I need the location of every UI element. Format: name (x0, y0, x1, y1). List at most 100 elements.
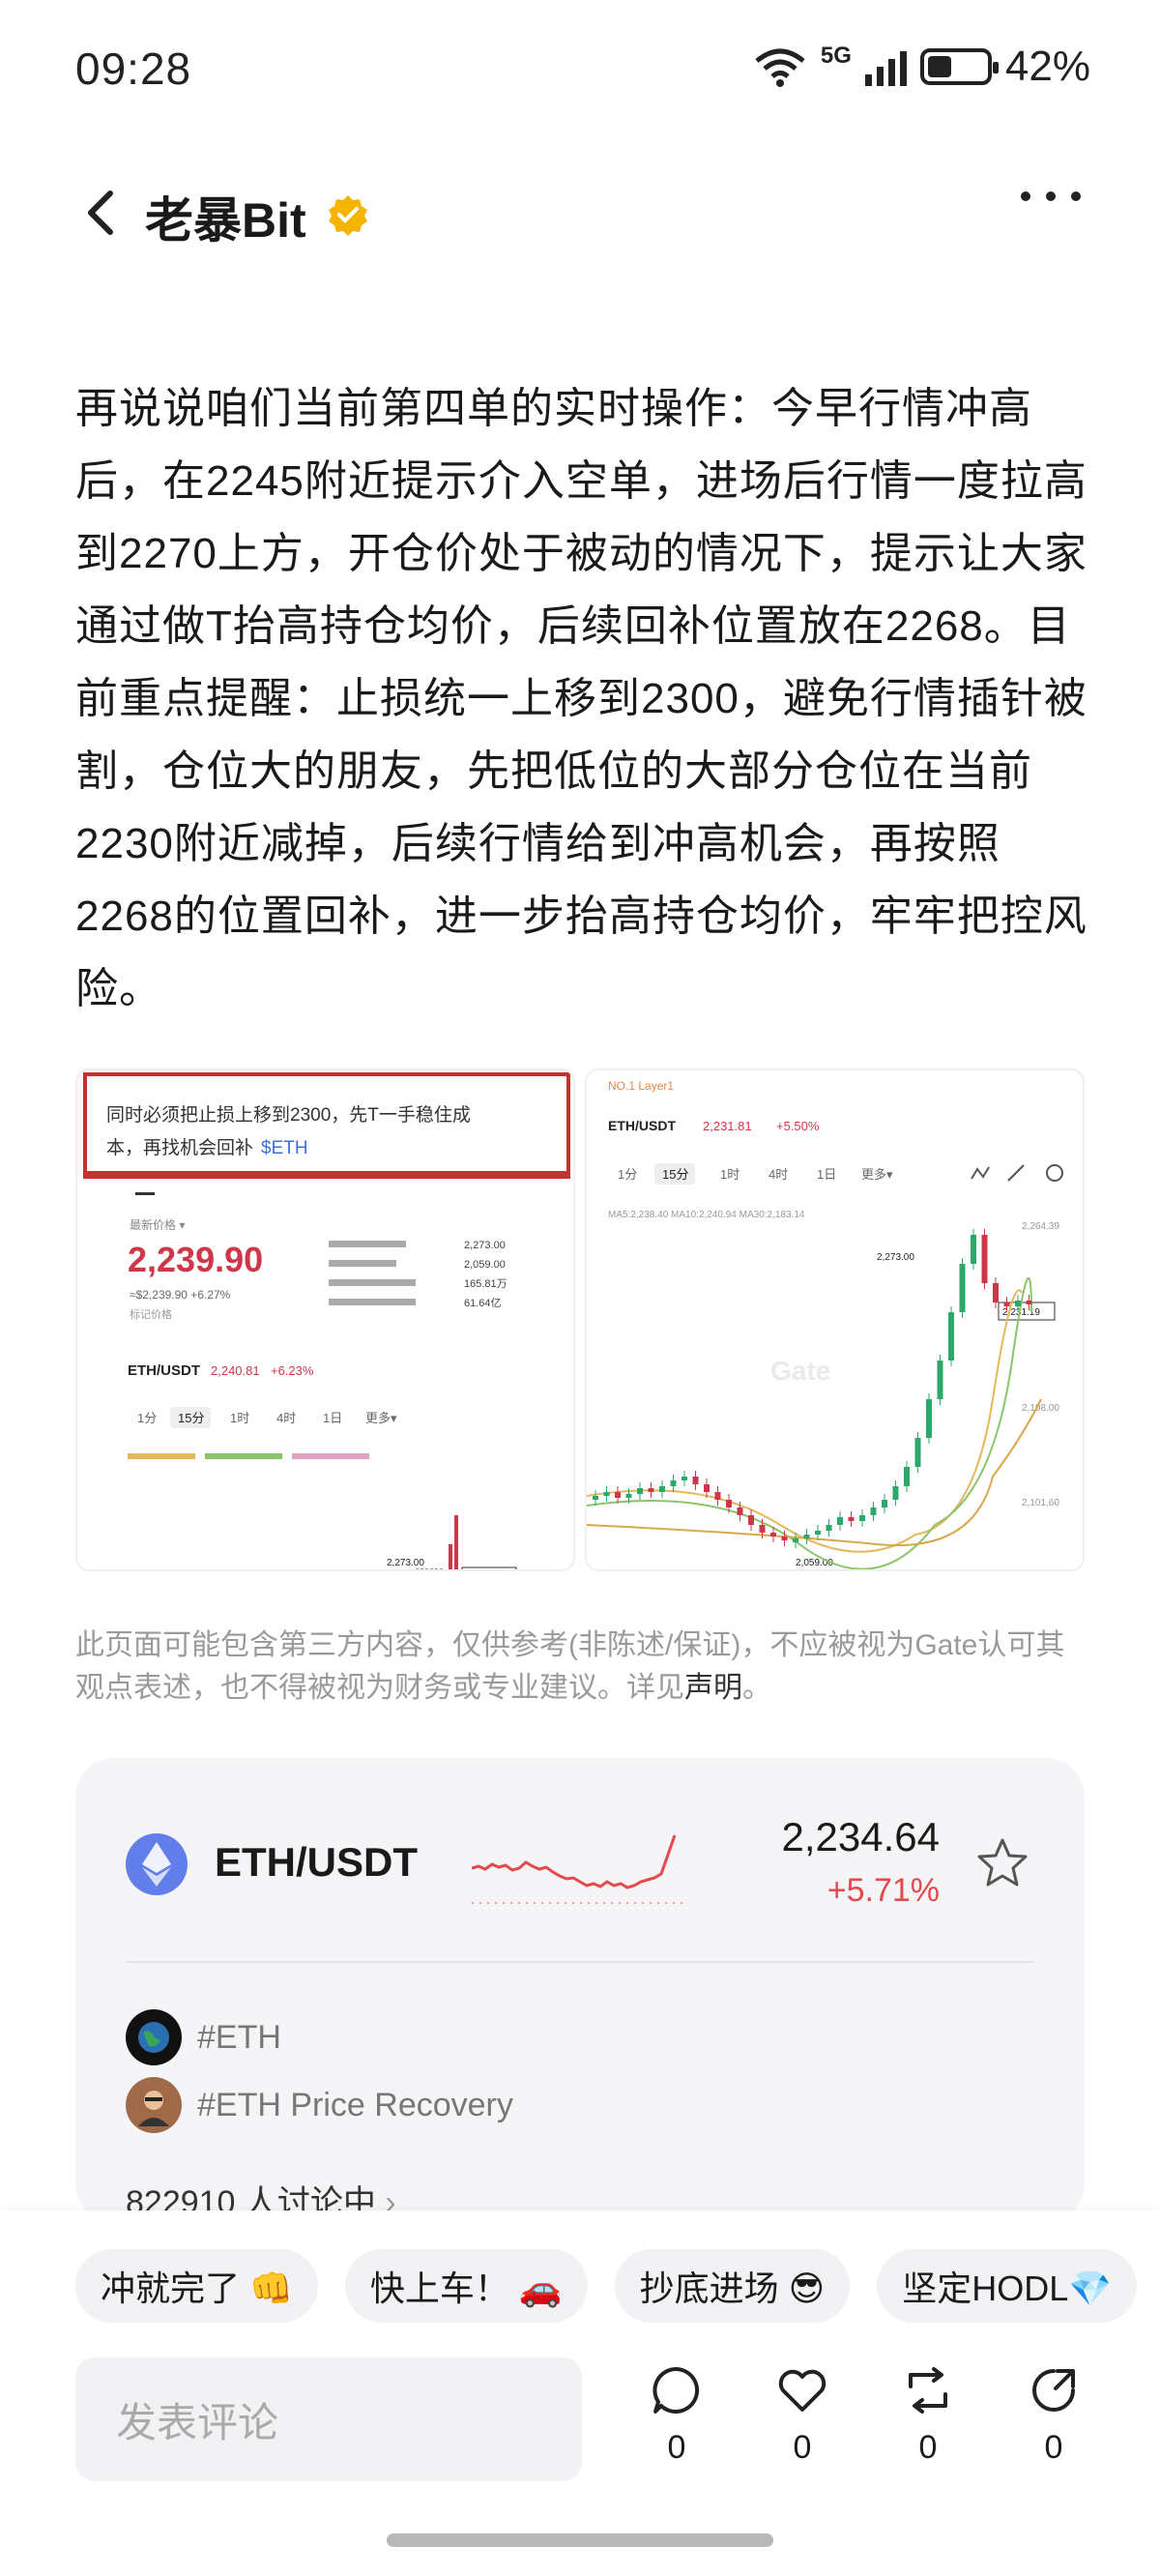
candle-body (682, 1477, 687, 1480)
disclaimer-link[interactable]: 声明 (684, 1672, 742, 1704)
quick-reply-chip[interactable]: 抄底进场 😎 (614, 2249, 851, 2323)
candle-body (848, 1517, 855, 1521)
home-indicator[interactable] (387, 2533, 773, 2547)
svg-text:最新价格 ▾: 最新价格 ▾ (130, 1217, 185, 1232)
candle-body (793, 1538, 798, 1542)
image1-interval-5: 1日 (323, 1411, 342, 1425)
candle-body (1026, 1301, 1032, 1304)
candle-body (837, 1517, 843, 1525)
globe-avatar-icon (126, 2009, 182, 2065)
post-image-1[interactable]: 同时必须把止损上移到2300，先T一手稳住成 本，再找机会回补 $ETH 最新价… (75, 1068, 575, 1571)
more-options-icon[interactable] (1021, 191, 1081, 201)
post-images: 同时必须把止损上移到2300，先T一手稳住成 本，再找机会回补 $ETH 最新价… (75, 1068, 1085, 1571)
image2-breadcrumb: NO.1 Layer1 (608, 1079, 674, 1093)
share-count: 0 (1044, 2429, 1063, 2466)
quick-reply-chip[interactable]: 快上车！ 🚗 (344, 2249, 588, 2323)
price-sparkline (472, 1834, 684, 1904)
image1-price: 2,239.90 (128, 1240, 263, 1279)
candle-body (726, 1500, 732, 1508)
image1-stat-4: 61.64亿 (464, 1297, 502, 1309)
post-image-2[interactable]: NO.1 Layer1 ETH/USDT 2,231.81 +5.50% 1分 … (585, 1068, 1085, 1571)
image1-change: ≈$2,239.90 +6.27% (130, 1288, 231, 1302)
like-count: 0 (793, 2429, 812, 2466)
share-icon (1032, 2369, 1075, 2412)
image2-interval-4: 4时 (768, 1167, 788, 1182)
image2-peak: 2,273.00 (877, 1252, 914, 1263)
eth-icon (126, 1833, 188, 1895)
back-icon[interactable] (75, 184, 130, 242)
image2-pair-price: 2,231.81 (703, 1119, 752, 1133)
candle-body (659, 1486, 665, 1492)
image2-low: 2,059.00 (796, 1558, 833, 1568)
image2-pair-change: +5.50% (776, 1119, 820, 1133)
candle-body (737, 1508, 743, 1515)
like-button[interactable]: 0 (764, 2363, 841, 2467)
topic-tag-eth[interactable]: #ETH (126, 2009, 281, 2065)
disclaimer: 此页面可能包含第三方内容，仅供参考(非陈述/保证)，不应被视为Gate认可其观点… (75, 1629, 1065, 1704)
image1-stat-2: 2,059.00 (464, 1259, 506, 1271)
image2-axis-1: 2,264.39 (1022, 1221, 1059, 1232)
market-change: +5.71% (826, 1872, 940, 1909)
candle-body (714, 1492, 721, 1500)
image2-interval-1: 1分 (618, 1167, 637, 1182)
status-icons: 5G 42% (753, 43, 1090, 91)
candle-body (882, 1500, 887, 1508)
quick-reply-chip[interactable]: 冲就完了 👊 (75, 2249, 318, 2323)
candle-body (615, 1492, 621, 1498)
repost-count: 0 (918, 2429, 938, 2466)
gate-watermark: Gate (770, 1356, 830, 1386)
topic-tag-eth-price-recovery[interactable]: #ETH Price Recovery (126, 2077, 513, 2133)
svg-text:标记价格: 标记价格 (130, 1307, 172, 1321)
candle-body (625, 1494, 632, 1498)
candle-body (904, 1467, 910, 1486)
candle-body (603, 1492, 610, 1496)
image2-ma-line: MA5:2,238.40 MA10:2,240.94 MA30:2,183.14 (608, 1210, 805, 1220)
candle-body (914, 1438, 921, 1467)
repost-icon (909, 2367, 947, 2414)
market-pair: ETH/USDT (215, 1839, 418, 1885)
quick-reply-chip[interactable]: 坚定HODL💎 (877, 2249, 1138, 2323)
bottom-bar: 冲就完了 👊 快上车！ 🚗 抄底进场 😎 坚定HODL💎 发表评论 0 0 0 … (0, 2210, 1160, 2576)
repost-button[interactable]: 0 (889, 2363, 967, 2467)
image2-pair: ETH/USDT (608, 1118, 676, 1133)
candle-body (670, 1480, 677, 1486)
post-header: 老暴Bit (0, 164, 1160, 261)
candle-body (959, 1264, 966, 1312)
candle-body (692, 1477, 699, 1484)
candle-body (937, 1361, 943, 1399)
quick-reply-chips: 冲就完了 👊 快上车！ 🚗 抄底进场 😎 坚定HODL💎 (75, 2249, 1138, 2323)
candle-body (870, 1508, 877, 1515)
image2-interval-6: 更多▾ (861, 1167, 893, 1182)
market-price: 2,234.64 (781, 1814, 941, 1859)
image1-interval-1: 1分 (137, 1411, 157, 1425)
candle-body (826, 1525, 832, 1531)
candle-body (981, 1235, 988, 1283)
status-bar: 09:28 5G 42% (0, 0, 1160, 145)
candle-body (926, 1399, 932, 1438)
candle-body (815, 1531, 821, 1535)
image2-axis-2: 2,198.00 (1022, 1403, 1059, 1414)
candle-body (593, 1496, 598, 1500)
candle-body (748, 1515, 754, 1525)
market-card[interactable]: ETH/USDT 2,234.64 +5.71% #ETH #ETH Price… (75, 1758, 1085, 2222)
author-name[interactable]: 老暴Bit (145, 182, 306, 251)
candle-body (892, 1486, 899, 1500)
banner-line-2: 本，再找机会回补 (106, 1137, 253, 1158)
candle-body (859, 1515, 865, 1521)
comment-input[interactable]: 发表评论 (75, 2357, 582, 2481)
comment-button[interactable]: 0 (638, 2363, 715, 2467)
signal-icon (864, 47, 907, 86)
candle-body (648, 1488, 654, 1492)
verified-badge-icon (329, 195, 367, 236)
share-button[interactable]: 0 (1015, 2363, 1092, 2467)
image2-interval-5: 1日 (817, 1167, 836, 1182)
candle-body (637, 1488, 643, 1494)
like-icon (778, 2369, 826, 2412)
battery-icon (919, 48, 999, 85)
candle-body (704, 1484, 710, 1492)
image1-pair: ETH/USDT (128, 1362, 200, 1379)
favorite-star-icon[interactable] (974, 1835, 1030, 1891)
comment-icon (652, 2366, 700, 2414)
banner-line-1: 同时必须把止损上移到2300，先T一手稳住成 (106, 1104, 471, 1126)
image1-stat-3: 165.81万 (464, 1278, 508, 1290)
